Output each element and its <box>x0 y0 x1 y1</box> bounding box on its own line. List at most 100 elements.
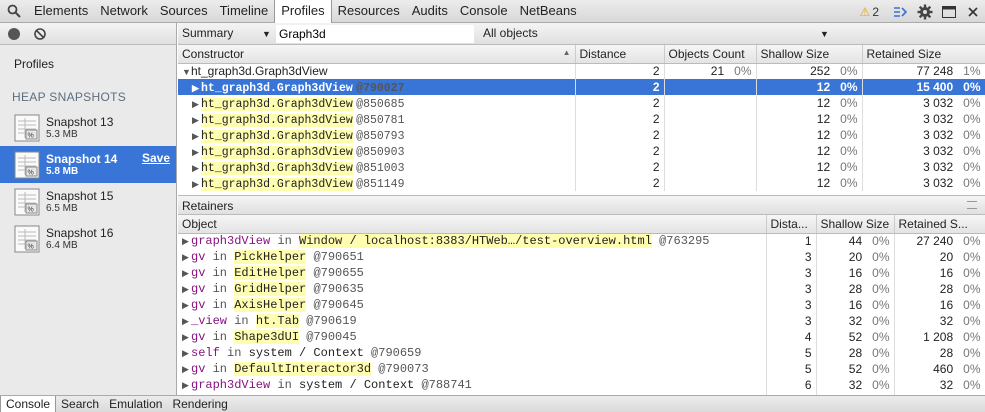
collapsed-arrow-icon[interactable]: ▶ <box>182 269 191 279</box>
constructor-row[interactable]: ▶ ht_graph3d.Graph3dView @850781 2 12 0% 3 03… <box>178 111 985 127</box>
dock-icon[interactable] <box>937 0 961 23</box>
snapshot-item[interactable]: % Snapshot 15 6.5 MB <box>0 183 176 220</box>
collapsed-arrow-icon[interactable]: ▶ <box>192 179 201 190</box>
constructor-row[interactable]: ▶ ht_graph3d.Graph3dView @850685 2 12 0% 3 03… <box>178 95 985 111</box>
record-icon[interactable] <box>8 27 20 40</box>
retainer-column-header[interactable]: Retained S... <box>894 215 985 234</box>
collapsed-arrow-icon[interactable]: ▶ <box>192 131 201 142</box>
constructor-row[interactable]: ▶ ht_graph3d.Graph3dView @851003 2 12 0% 3 03… <box>178 159 985 175</box>
retainer-shallow-cell: 16 0% <box>816 297 895 313</box>
tab-sources[interactable]: Sources <box>154 0 214 23</box>
collapsed-arrow-icon[interactable]: ▶ <box>182 301 191 311</box>
retainer-row[interactable]: ▶ gv in EditHelper @790655 3 16 0% 16 0% <box>178 265 985 281</box>
retainer-id: @790073 <box>378 362 429 376</box>
tab-elements[interactable]: Elements <box>28 0 94 23</box>
retainer-column-header[interactable]: Shallow Size <box>816 215 895 234</box>
shallow-size-cell: 12 0% <box>756 79 863 95</box>
warning-icon: ⚠ <box>859 4 871 19</box>
retainer-distance-cell: 3 <box>766 265 817 281</box>
retainer-row[interactable]: ▶ graph3dView in Window / localhost:8383/… <box>178 233 985 249</box>
column-header-distance[interactable]: Distance <box>575 45 665 64</box>
objects-select-arrow-icon[interactable]: ▼ <box>820 29 829 39</box>
collapsed-arrow-icon[interactable]: ▶ <box>192 83 201 94</box>
retainer-object-cell: ▶ gv in Shape3dUI @790045 <box>178 329 767 345</box>
objects-count-cell <box>664 175 757 191</box>
retainer-shallow-cell: 32 0% <box>816 377 895 393</box>
collapsed-arrow-icon[interactable]: ▶ <box>182 285 191 295</box>
drawer-tab-search[interactable]: Search <box>56 396 104 412</box>
retainer-row[interactable]: ▶ gv in Shape3dUI @790045 4 52 0% 1 208 0% <box>178 329 985 345</box>
column-header-retained-size[interactable]: Retained Size <box>862 45 985 64</box>
retainer-row[interactable]: ▶ gv in DefaultInteractor3d @790073 5 52 0% 4… <box>178 361 985 377</box>
constructor-row[interactable]: ▶ ht_graph3d.Graph3dView @851149 2 12 0% 3 03… <box>178 175 985 191</box>
gear-icon[interactable] <box>913 0 937 23</box>
retainer-column-header[interactable]: Object <box>178 215 767 234</box>
column-header-objects-count[interactable]: Objects Count <box>664 45 757 64</box>
tab-netbeans[interactable]: NetBeans <box>514 0 583 23</box>
collapsed-arrow-icon[interactable]: ▶ <box>182 365 191 375</box>
tab-resources[interactable]: Resources <box>332 0 406 23</box>
drawer-toggle-icon[interactable] <box>889 0 913 23</box>
constructor-row[interactable]: ▼ht_graph3d.Graph3dView 2 21 0% 252 0% 77 248 1… <box>178 63 985 79</box>
tab-timeline[interactable]: Timeline <box>214 0 275 23</box>
collapsed-arrow-icon[interactable]: ▶ <box>182 381 191 391</box>
collapsed-arrow-icon[interactable]: ▶ <box>182 253 191 263</box>
shallow-percent: 0% <box>840 64 858 79</box>
collapsed-arrow-icon[interactable]: ▶ <box>182 333 191 343</box>
drawer-tabs: Console Search Emulation Rendering <box>0 395 985 412</box>
collapsed-arrow-icon[interactable]: ▶ <box>182 237 191 247</box>
retainer-target: DefaultInteractor3d <box>234 362 372 376</box>
warning-counter[interactable]: ⚠ 2 <box>860 5 879 19</box>
collapsed-arrow-icon[interactable]: ▶ <box>182 317 191 327</box>
retainer-row[interactable]: ▶ self in system / Context @790659 5 28 0% 28… <box>178 345 985 361</box>
column-header-shallow-size[interactable]: Shallow Size <box>756 45 863 64</box>
retainer-target: EditHelper <box>234 266 307 280</box>
retainer-row[interactable]: ▶ gv in GridHelper @790635 3 28 0% 28 0% <box>178 281 985 297</box>
collapsed-arrow-icon[interactable]: ▶ <box>192 115 201 126</box>
retainer-row[interactable]: ▶ graph3dView in system / Context @788741… <box>178 377 985 393</box>
constructor-row[interactable]: ▶ ht_graph3d.Graph3dView @790027 2 12 0% 15 4… <box>178 79 985 95</box>
retainer-row[interactable]: ▶ gv in PickHelper @790651 3 20 0% 20 0% <box>178 249 985 265</box>
objects-select[interactable]: All objects <box>483 26 538 40</box>
clear-icon[interactable] <box>34 27 46 40</box>
collapsed-arrow-icon[interactable]: ▶ <box>182 349 191 359</box>
tab-console[interactable]: Console <box>454 0 514 23</box>
retainer-column-header[interactable]: Dista... <box>766 215 817 234</box>
sort-ascending-icon[interactable]: ▲ <box>563 48 571 57</box>
tab-network[interactable]: Network <box>94 0 154 23</box>
drawer-tab-emulation[interactable]: Emulation <box>104 396 167 412</box>
search-icon[interactable] <box>0 0 28 23</box>
drawer-tab-rendering[interactable]: Rendering <box>167 396 232 412</box>
svg-text:%: % <box>28 206 34 213</box>
view-select[interactable]: Summary <box>182 26 233 40</box>
collapsed-arrow-icon[interactable]: ▶ <box>192 147 201 158</box>
close-icon[interactable] <box>961 0 985 23</box>
retainer-row[interactable]: ▶ _view in ht.Tab @790619 3 32 0% 32 0% <box>178 313 985 329</box>
resize-grip-icon[interactable] <box>967 201 977 209</box>
retainer-row[interactable]: ▶ gv in AxisHelper @790645 3 16 0% 16 0% <box>178 297 985 313</box>
snapshot-item[interactable]: % Snapshot 13 5.3 MB <box>0 109 176 146</box>
retained-value: 3 032 <box>923 144 954 158</box>
view-select-arrow-icon[interactable]: ▼ <box>262 29 271 39</box>
snapshot-item[interactable]: % Snapshot 14 5.8 MB Save <box>0 146 176 183</box>
object-id: @850793 <box>356 129 405 143</box>
column-header-constructor[interactable]: Constructor ▲ <box>178 45 576 64</box>
collapsed-arrow-icon[interactable]: ▶ <box>192 163 201 174</box>
class-filter-input[interactable] <box>276 25 474 43</box>
retainer-distance-cell: 6 <box>766 377 817 393</box>
collapsed-arrow-icon[interactable]: ▶ <box>192 99 201 110</box>
tab-profiles[interactable]: Profiles <box>274 0 332 23</box>
constructor-row[interactable]: ▶ ht_graph3d.Graph3dView @850793 2 12 0% 3 03… <box>178 127 985 143</box>
expanded-arrow-icon[interactable]: ▼ <box>182 67 191 77</box>
retained-percent: 0% <box>963 176 981 190</box>
filter-bar: Summary ▼ All objects ▼ <box>178 23 985 45</box>
save-link[interactable]: Save <box>142 151 170 165</box>
drawer-tab-console[interactable]: Console <box>0 395 57 412</box>
retainer-target: Window / localhost:8383/HTWeb…/test-over… <box>299 234 652 249</box>
retainers-title: Retainers <box>182 199 234 213</box>
constructor-row[interactable]: ▶ ht_graph3d.Graph3dView @850903 2 12 0% 3 03… <box>178 143 985 159</box>
snapshot-item[interactable]: % Snapshot 16 6.4 MB <box>0 220 176 257</box>
tab-audits[interactable]: Audits <box>406 0 454 23</box>
snapshot-label: Snapshot 15 6.5 MB <box>46 189 113 214</box>
heap-snapshots-heading: HEAP SNAPSHOTS <box>12 90 127 104</box>
